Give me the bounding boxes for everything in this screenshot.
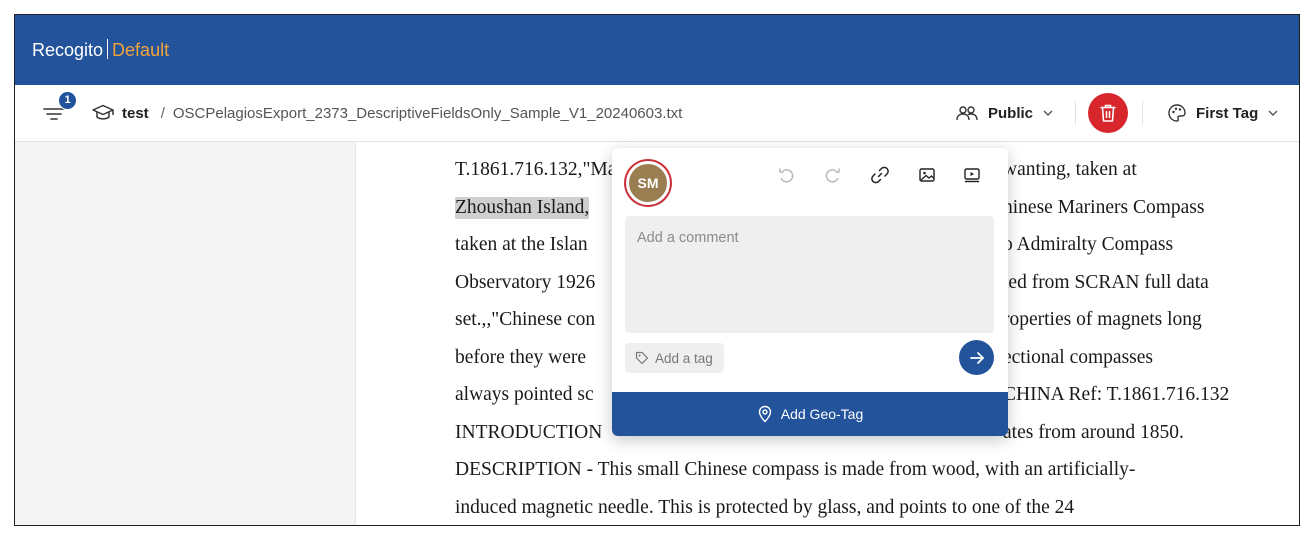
document-line: roperties of magnets long [1003,309,1202,330]
video-icon [964,168,980,183]
document-line: INTRODUCTION [455,421,603,443]
document-line: induced magnetic needle. This is protect… [455,496,1075,518]
graduation-cap-icon [92,104,114,120]
palette-icon [1168,104,1186,122]
document-line: CHINA Ref: T.1861.716.132 [1003,384,1230,405]
document-line: T.1861.716.132,"Ma [455,159,617,180]
document-line: ted from SCRAN full data [1003,271,1209,293]
trash-icon [1100,104,1116,122]
document-line: wanting, taken at [1003,159,1137,180]
tag-label: First Tag [1196,104,1259,122]
chevron-down-icon [1043,110,1053,116]
comment-input[interactable] [625,216,994,333]
document-line: taken at the Islan [455,234,588,255]
document-line: o Admiralty Compass [1003,234,1174,255]
brand-divider [107,39,109,59]
avatar: SM [626,161,670,205]
link-icon [871,166,889,184]
privacy-label: Public [988,104,1034,122]
tag-dropdown[interactable]: First Tag [1167,100,1280,126]
workspace-name: Default [112,40,170,60]
undo-button[interactable] [775,164,797,186]
document-line: hinese Mariners Compass [1003,196,1205,218]
send-button[interactable] [959,340,994,375]
video-button[interactable] [961,164,983,186]
toolbar-divider [1142,101,1143,125]
arrow-right-icon [969,351,984,364]
toolbar-divider [1075,101,1076,125]
document-line: before they were [455,346,587,368]
document-line: Observatory 1926 [455,271,596,293]
image-icon [919,168,935,182]
delete-button[interactable] [1088,93,1128,133]
document-line: ectional compasses [1003,346,1153,368]
map-pin-icon [758,405,771,423]
document-line: set.,,"Chinese con [455,309,596,330]
redo-button[interactable] [822,164,844,186]
document-line: always pointed sc [455,384,594,405]
app-name: Recogito [32,40,104,60]
add-tag-label: Add a tag [655,350,713,366]
app-header: Recogito Default [15,15,1299,85]
app-window: Recogito Default 1 test / OSCPelagiosExpo… [14,14,1300,526]
breadcrumb: test / OSCPelagiosExport_2373_Descriptiv… [92,104,682,122]
document-line: DESCRIPTION - This small Chinese compass… [455,459,1136,480]
users-icon [956,106,978,121]
document-toolbar: 1 test / OSCPelagiosExport_2373_Descript… [15,85,1299,142]
tag-icon [635,351,649,365]
document-line: ates from around 1850. [1003,421,1184,443]
redo-icon [825,168,840,183]
undo-icon [779,168,794,183]
add-tag-button[interactable]: Add a tag [625,343,724,373]
link-button[interactable] [869,164,891,186]
image-button[interactable] [916,164,938,186]
highlighted-annotation[interactable]: Zhoushan Island, [455,196,590,219]
app-brand: Recogito Default [32,39,169,61]
breadcrumb-document: OSCPelagiosExport_2373_DescriptiveFields… [172,104,683,122]
filter-count-badge: 1 [58,91,77,110]
privacy-dropdown[interactable]: Public [955,100,1055,126]
add-geotag-button[interactable]: Add Geo-Tag [612,392,1008,436]
chevron-down-icon [1268,110,1278,116]
side-panel [15,142,356,525]
breadcrumb-project[interactable]: test [122,105,149,122]
annotation-popup: SM Add a comment Add a tag Add Geo-Tag [612,148,1008,436]
breadcrumb-separator: / [160,104,165,122]
add-geotag-label: Add Geo-Tag [780,406,864,422]
